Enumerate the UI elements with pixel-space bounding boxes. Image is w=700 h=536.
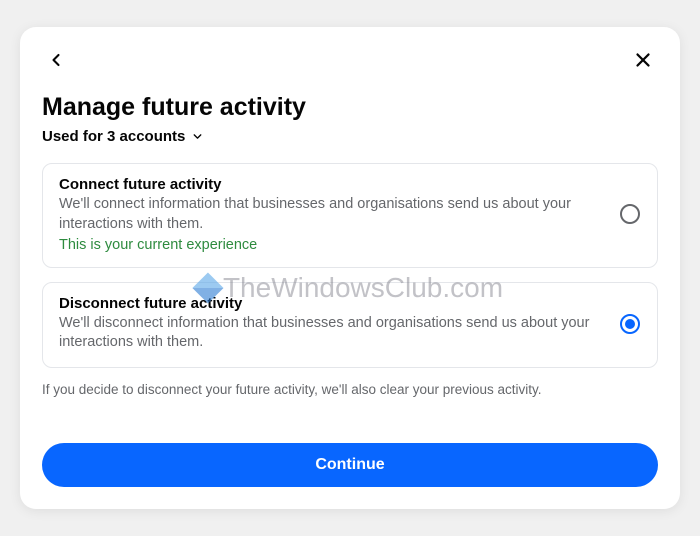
radio-connect[interactable] <box>619 203 641 225</box>
option-desc: We'll disconnect information that busine… <box>59 314 605 353</box>
footnote-text: If you decide to disconnect your future … <box>42 382 658 397</box>
close-button[interactable] <box>628 45 658 75</box>
option-current-note: This is your current experience <box>59 237 605 253</box>
accounts-dropdown[interactable]: Used for 3 accounts <box>42 128 204 145</box>
chevron-left-icon <box>46 50 66 70</box>
manage-activity-modal: Manage future activity Used for 3 accoun… <box>20 27 680 508</box>
option-connect[interactable]: Connect future activity We'll connect in… <box>42 163 658 267</box>
chevron-down-icon <box>191 130 204 143</box>
option-title: Disconnect future activity <box>59 295 605 312</box>
modal-topbar <box>42 45 658 75</box>
close-icon <box>632 49 654 71</box>
option-desc: We'll connect information that businesse… <box>59 195 605 234</box>
accounts-label: Used for 3 accounts <box>42 128 185 145</box>
option-text: Connect future activity We'll connect in… <box>59 176 605 252</box>
back-button[interactable] <box>42 46 70 74</box>
page-title: Manage future activity <box>42 93 658 122</box>
radio-disconnect[interactable] <box>619 313 641 335</box>
continue-button[interactable]: Continue <box>42 443 658 487</box>
options-list: Connect future activity We'll connect in… <box>42 163 658 367</box>
option-title: Connect future activity <box>59 176 605 193</box>
option-disconnect[interactable]: Disconnect future activity We'll disconn… <box>42 282 658 368</box>
option-text: Disconnect future activity We'll disconn… <box>59 295 605 353</box>
